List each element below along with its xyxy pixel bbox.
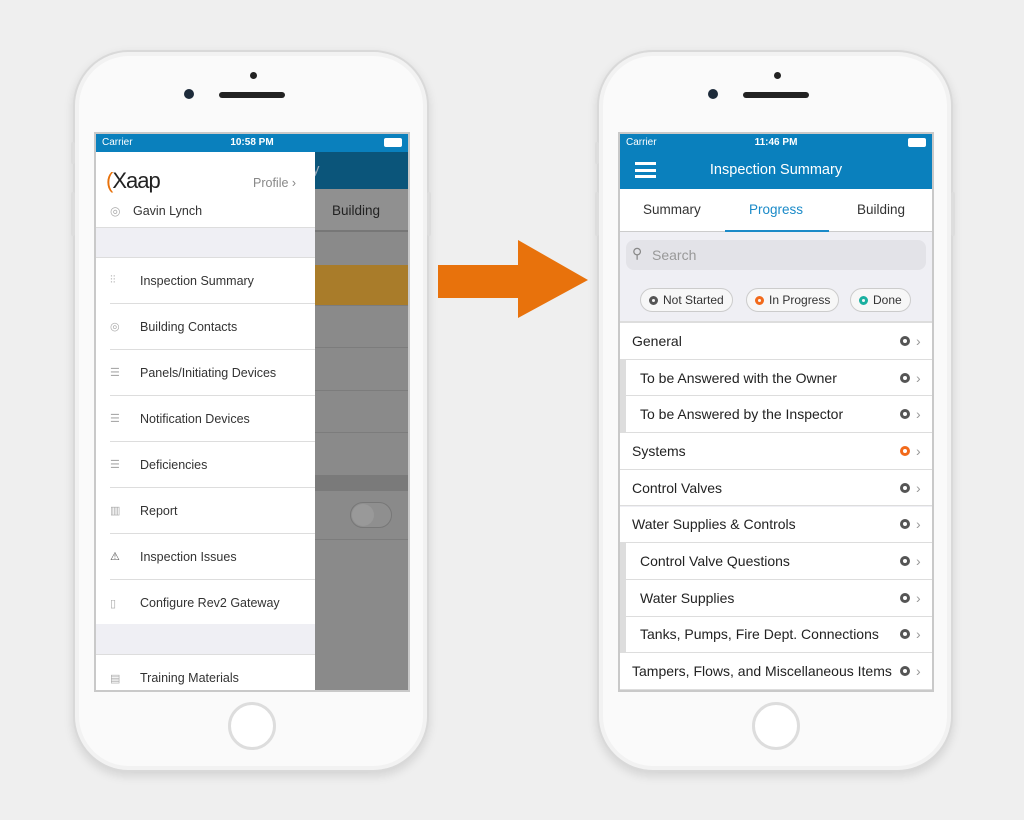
status-bar: Carrier 11:46 PM (620, 134, 932, 152)
sensor (774, 72, 781, 79)
chevron-right-icon: › (916, 663, 921, 680)
checklist-icon: ☰ (110, 459, 120, 471)
status-not-started-icon (900, 629, 910, 640)
home-button[interactable] (752, 702, 800, 750)
background-tab-building: Building (332, 203, 381, 218)
status-not-started-icon (900, 409, 910, 420)
list-item[interactable]: Control Valve Questions › (620, 543, 932, 580)
list-item[interactable]: To be Answered with the Owner › (620, 359, 932, 397)
menu-item-panels[interactable]: ☰ Panels/Initiating Devices (110, 350, 315, 396)
time: 11:46 PM (754, 137, 798, 148)
home-button[interactable] (228, 702, 276, 750)
chevron-right-icon: › (916, 479, 921, 496)
list-item[interactable]: Tampers, Flows, and Miscellaneous Items › (620, 653, 932, 690)
camera (708, 89, 718, 99)
list-item[interactable]: Systems › (620, 433, 932, 470)
sliders-icon: ⫶⫶ (110, 274, 116, 286)
search-icon: ⚲ (632, 245, 643, 261)
speaker (219, 92, 285, 98)
chevron-right-icon: › (916, 332, 921, 349)
status-not-started-icon (900, 556, 910, 567)
menu-item-configure-gateway[interactable]: ▯ Configure Rev2 Gateway (110, 580, 315, 626)
left-phone: Carrier 10:58 PM y Building (Xaap Profil… (71, 50, 431, 772)
menu-item-report[interactable]: ▥ Report (110, 488, 315, 534)
list-item[interactable]: Tanks, Pumps, Fire Dept. Connections › (620, 616, 932, 654)
page-title: Inspection Summary (709, 162, 843, 178)
chevron-right-icon: › (916, 589, 921, 606)
list-item[interactable]: Control Valves › (620, 469, 932, 507)
tab-progress[interactable]: Progress (749, 202, 803, 217)
arrow-right-icon (438, 240, 588, 318)
right-phone: Carrier 11:46 PM Inspection Summary Summ… (595, 50, 955, 772)
list-item[interactable]: General › (620, 323, 932, 360)
tab-building[interactable]: Building (857, 202, 905, 217)
battery-icon (384, 138, 402, 147)
chevron-right-icon: › (916, 553, 921, 570)
sensor (250, 72, 257, 79)
status-not-started-icon (900, 592, 910, 603)
user-name: Gavin Lynch (133, 204, 203, 218)
camera (184, 89, 194, 99)
filter-done[interactable]: Done (850, 288, 911, 312)
menu-item-building-contacts[interactable]: ◎ Building Contacts (110, 304, 315, 350)
left-screen: Carrier 10:58 PM y Building (Xaap Profil… (94, 132, 410, 692)
device-icon: ▯ (110, 597, 117, 610)
speaker (743, 92, 809, 98)
list-item[interactable]: Water Supplies & Controls › (620, 506, 932, 544)
menu-item-deficiencies[interactable]: ☰ Deficiencies (110, 442, 315, 488)
book-icon: ▤ (110, 672, 121, 685)
user-icon: ◎ (110, 204, 121, 218)
time: 10:58 PM (230, 137, 274, 148)
chevron-right-icon: › (916, 406, 921, 423)
bar-chart-icon: ▥ (110, 505, 121, 517)
warning-icon: ⚠ (110, 551, 120, 563)
drawer-menu: ⫶⫶ Inspection Summary ◎ Building Contacts … (96, 257, 315, 624)
xaap-logo: (Xaap (106, 168, 161, 193)
menu-item-inspection-issues[interactable]: ⚠ Inspection Issues (110, 534, 315, 580)
status-not-started-icon (900, 482, 910, 493)
checklist-icon: ☰ (110, 413, 120, 425)
chevron-right-icon: › (916, 442, 921, 459)
battery-icon (908, 138, 926, 147)
list-item[interactable]: Water Supplies › (620, 579, 932, 617)
right-screen: Carrier 11:46 PM Inspection Summary Summ… (618, 132, 934, 692)
side-drawer: (Xaap Profile › ◎ Gavin Lynch ⫶⫶ Inspecti… (96, 152, 315, 690)
checklist-icon: ☰ (110, 367, 120, 379)
contacts-icon: ◎ (110, 321, 120, 333)
status-in-progress-icon (900, 445, 910, 456)
chevron-right-icon: › (916, 369, 921, 386)
search-input[interactable]: ⚲ Search (626, 240, 926, 270)
status-not-started-icon (900, 666, 910, 677)
status-not-started-icon (900, 519, 910, 530)
menu-item-inspection-summary[interactable]: ⫶⫶ Inspection Summary (110, 258, 315, 304)
status-bar: Carrier 10:58 PM (96, 134, 408, 152)
menu-item-notification-devices[interactable]: ☰ Notification Devices (110, 396, 315, 442)
chevron-right-icon: › (916, 516, 921, 533)
filter-not-started[interactable]: Not Started (640, 288, 733, 312)
menu-item-training-materials[interactable]: ▤ Training Materials (110, 655, 315, 690)
filter-in-progress[interactable]: In Progress (746, 288, 840, 312)
drawer-footer: ▤ Training Materials (96, 654, 315, 690)
search-placeholder: Search (652, 247, 697, 263)
nav-header: Inspection Summary (620, 152, 932, 189)
status-not-started-icon (900, 372, 910, 383)
list-item[interactable]: To be Answered by the Inspector › (620, 396, 932, 434)
active-tab-indicator (725, 230, 829, 232)
profile-link[interactable]: Profile › (253, 176, 296, 190)
chevron-right-icon: › (916, 626, 921, 643)
status-not-started-icon (900, 335, 910, 346)
tab-summary[interactable]: Summary (643, 202, 701, 217)
progress-list: General › To be Answered with the Owner › … (620, 321, 932, 690)
drawer-header: (Xaap Profile › ◎ Gavin Lynch (96, 152, 315, 228)
background-toggle (350, 502, 392, 528)
